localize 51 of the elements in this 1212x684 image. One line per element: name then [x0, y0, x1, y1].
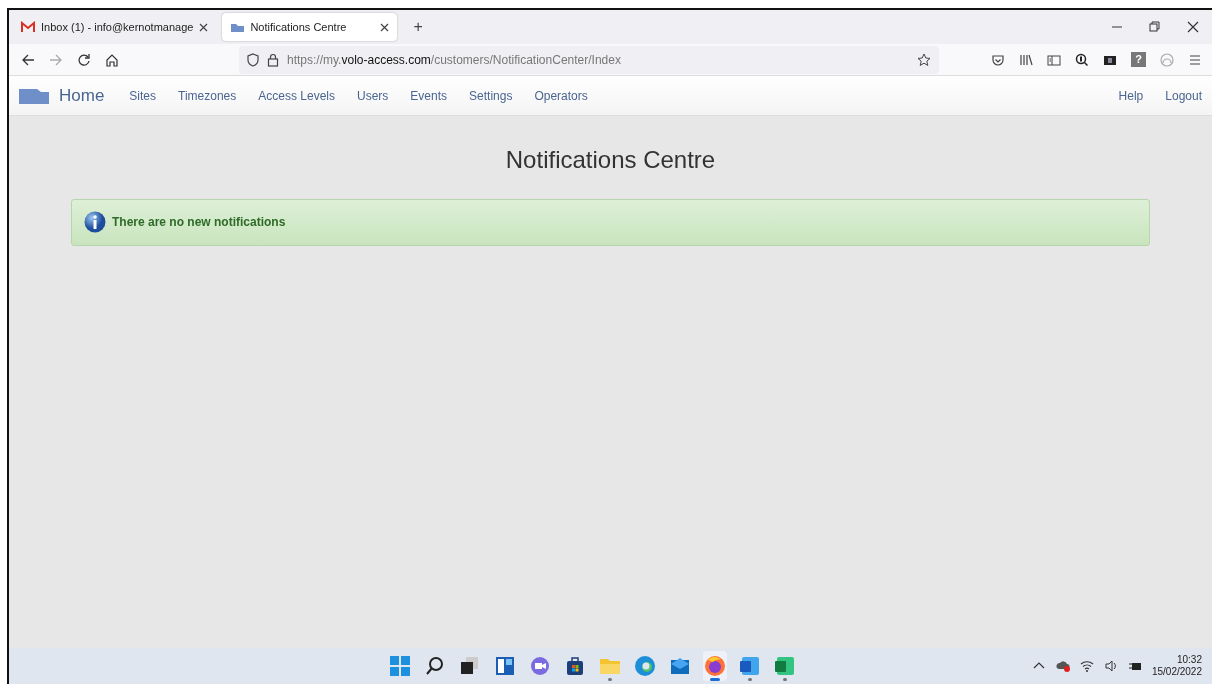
alert-message: There are no new notifications — [112, 214, 286, 232]
close-icon[interactable] — [380, 22, 390, 32]
shield-icon — [247, 52, 259, 67]
new-tab-button[interactable]: + — [405, 15, 431, 39]
clock[interactable]: 10:32 15/02/2022 — [1151, 653, 1202, 679]
tab-title: Inbox (1) - info@kernotmanage — [41, 19, 194, 35]
address-bar[interactable]: https://my.volo-access.com/customers/NotificationCenter/Index — [239, 45, 939, 74]
tab-title: Notifications Centre — [250, 19, 348, 35]
close-icon[interactable] — [1187, 21, 1199, 33]
brand-link[interactable]: Home — [49, 82, 119, 109]
info-icon — [84, 211, 106, 234]
star-icon[interactable] — [917, 52, 931, 67]
folder-logo-icon — [19, 87, 49, 104]
fox-globe-icon[interactable] — [703, 654, 727, 678]
menu-icon[interactable] — [1188, 52, 1202, 67]
padlock-icon — [267, 52, 279, 67]
nav-link[interactable]: Access Levels — [247, 86, 346, 105]
video-chat-icon[interactable] — [528, 654, 552, 678]
library-icon[interactable] — [1019, 52, 1033, 67]
widgets-icon[interactable] — [493, 654, 517, 678]
envelope-icon — [21, 20, 35, 34]
sidebar-icon[interactable] — [1047, 52, 1061, 67]
nav-link[interactable]: Settings — [458, 86, 524, 105]
page-title: Notifications Centre — [504, 146, 717, 175]
document-app-icon[interactable] — [738, 654, 762, 678]
home-icon[interactable] — [105, 52, 119, 67]
reload-icon[interactable] — [77, 52, 91, 67]
nav-link[interactable]: Timezones — [167, 86, 248, 105]
spreadsheet-app-icon[interactable] — [773, 654, 797, 678]
browser-swirl-icon[interactable] — [633, 654, 657, 678]
windows-logo-icon[interactable] — [388, 654, 412, 678]
clock-time: 10:32 — [1175, 653, 1202, 666]
close-icon[interactable] — [199, 22, 209, 32]
browser-tab[interactable]: Notifications Centre — [222, 13, 398, 41]
browser-tab[interactable]: Inbox (1) - info@kernotmanage — [13, 13, 217, 41]
nav-link[interactable]: Logout — [1154, 86, 1202, 105]
shield-magnifier-icon[interactable] — [1075, 52, 1089, 67]
help-extension-icon[interactable]: ? — [1131, 52, 1146, 67]
pocket-icon[interactable] — [991, 52, 1005, 67]
clock-date: 15/02/2022 — [1151, 666, 1202, 679]
nav-link[interactable]: Sites — [118, 86, 168, 105]
wifi-icon[interactable] — [1079, 659, 1094, 673]
nav-link[interactable]: Help — [1107, 86, 1155, 105]
nav-link[interactable]: Users — [346, 86, 400, 105]
nav-link[interactable]: Events — [399, 86, 459, 105]
nav-link[interactable]: Operators — [523, 86, 599, 105]
speaker-icon[interactable] — [1103, 659, 1118, 673]
cloud-error-icon[interactable] — [1055, 659, 1070, 673]
restore-icon[interactable] — [1149, 21, 1161, 33]
url-text: https://my.volo-access.com/customers/NotificationCenter/Index — [287, 51, 622, 69]
back-arrow-icon[interactable] — [21, 52, 35, 67]
